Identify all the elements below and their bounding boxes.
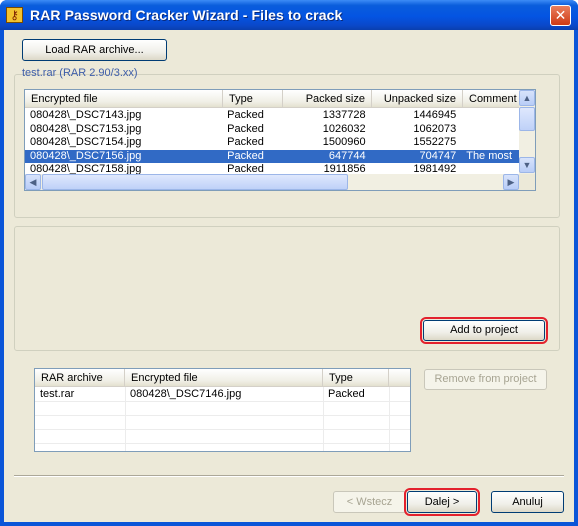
col-spacer bbox=[389, 369, 410, 387]
app-icon: ⚷ bbox=[6, 7, 23, 23]
dialog-client-area: Load RAR archive... test.rar (RAR 2.90/3… bbox=[4, 30, 574, 522]
close-button[interactable]: ✕ bbox=[550, 5, 571, 26]
col-encrypted-file[interactable]: Encrypted file bbox=[125, 369, 323, 387]
scrollbar-corner bbox=[519, 174, 535, 190]
cell-packed-size: 1337728 bbox=[322, 109, 366, 121]
back-button[interactable]: < Wstecz bbox=[333, 491, 406, 513]
cell-file: 080428\_DSC7156.jpg bbox=[30, 149, 142, 162]
footer-separator bbox=[14, 475, 564, 477]
title-bar[interactable]: ⚷ RAR Password Cracker Wizard - Files to… bbox=[0, 0, 578, 30]
cell-packed-size: 1500960 bbox=[322, 136, 366, 148]
cell-type: Packed bbox=[328, 388, 365, 400]
archive-group-label: test.rar (RAR 2.90/3.xx) bbox=[22, 67, 138, 79]
table-row[interactable]: 080428\_DSC7153.jpg Packed 1026032 1062073 bbox=[25, 123, 519, 136]
archive-vertical-scrollbar[interactable]: ▲ ▼ bbox=[519, 90, 535, 174]
add-to-project-button[interactable]: Add to project bbox=[420, 317, 548, 344]
project-table-header: RAR archive Encrypted file Type bbox=[35, 369, 410, 387]
table-row[interactable]: 080428\_DSC7154.jpg Packed 1500960 1552275 bbox=[25, 136, 519, 149]
cell-type: Packed bbox=[227, 149, 264, 162]
cell-file: 080428\_DSC7154.jpg bbox=[30, 136, 142, 148]
scroll-down-icon[interactable]: ▼ bbox=[519, 157, 535, 173]
cancel-button[interactable]: Anuluj bbox=[491, 491, 564, 513]
archive-table-header: Encrypted file Type Packed size Unpacked… bbox=[25, 90, 535, 108]
cell-type: Packed bbox=[227, 136, 264, 148]
table-row[interactable]: 080428\_DSC7143.jpg Packed 1337728 1446945 bbox=[25, 109, 519, 122]
cell-packed-size: 1026032 bbox=[322, 122, 366, 135]
cell-unpacked-size: 704747 bbox=[419, 149, 457, 162]
col-type[interactable]: Type bbox=[223, 90, 283, 108]
table-row[interactable]: test.rar 080428\_DSC7146.jpg Packed bbox=[35, 388, 389, 401]
col-type[interactable]: Type bbox=[323, 369, 389, 387]
cell-file: 080428\_DSC7153.jpg bbox=[30, 122, 142, 135]
scroll-right-icon[interactable]: ▶ bbox=[503, 174, 519, 190]
scroll-up-icon[interactable]: ▲ bbox=[519, 90, 535, 106]
archive-files-table[interactable]: Encrypted file Type Packed size Unpacked… bbox=[24, 89, 536, 191]
cell-unpacked-size: 1446945 bbox=[413, 109, 457, 121]
cell-unpacked-size: 1062073 bbox=[413, 122, 457, 135]
cell-comment bbox=[461, 123, 519, 136]
cell-file: 080428\_DSC7143.jpg bbox=[30, 109, 142, 121]
col-rar-archive[interactable]: RAR archive bbox=[35, 369, 125, 387]
remove-from-project-button[interactable]: Remove from project bbox=[424, 369, 547, 390]
wizard-window: ⚷ RAR Password Cracker Wizard - Files to… bbox=[0, 0, 578, 526]
cell-type: Packed bbox=[227, 122, 264, 135]
col-unpacked-size[interactable]: Unpacked size bbox=[372, 90, 463, 108]
project-files-table[interactable]: RAR archive Encrypted file Type test.rar… bbox=[34, 368, 411, 452]
col-encrypted-file[interactable]: Encrypted file bbox=[25, 90, 223, 108]
cell-comment bbox=[461, 109, 519, 122]
archive-horizontal-scrollbar[interactable]: ◀ ▶ bbox=[25, 174, 519, 190]
cell-comment: The most bbox=[466, 149, 513, 162]
cell-comment bbox=[461, 136, 519, 149]
cell-type: Packed bbox=[227, 109, 264, 121]
cell-packed-size: 647744 bbox=[328, 149, 366, 162]
table-row[interactable]: 080428\_DSC7156.jpg Packed 647744 704747 The… bbox=[25, 149, 519, 163]
next-button[interactable]: Dalej > bbox=[404, 488, 480, 516]
cell-file: 080428\_DSC7146.jpg bbox=[130, 388, 242, 400]
col-comment[interactable]: Comment bbox=[463, 90, 521, 108]
cell-unpacked-size: 1552275 bbox=[413, 136, 457, 148]
col-packed-size[interactable]: Packed size bbox=[283, 90, 372, 108]
vertical-scroll-thumb[interactable] bbox=[519, 107, 535, 131]
load-rar-archive-button[interactable]: Load RAR archive... bbox=[22, 39, 167, 61]
scroll-left-icon[interactable]: ◀ bbox=[25, 174, 41, 190]
horizontal-scroll-thumb[interactable] bbox=[42, 174, 348, 190]
cell-rar-archive: test.rar bbox=[40, 388, 75, 400]
window-title: RAR Password Cracker Wizard - Files to c… bbox=[30, 7, 343, 23]
